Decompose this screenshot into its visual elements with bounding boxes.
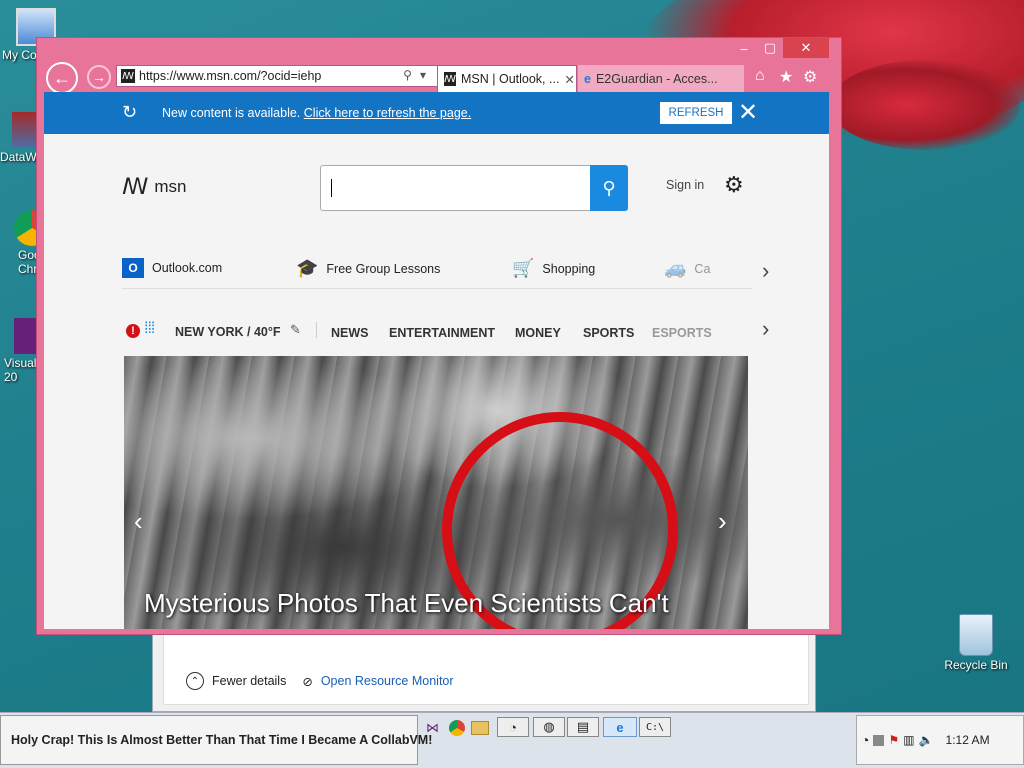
resource-monitor-icon: ⊘ xyxy=(302,674,313,689)
edit-pencil-icon[interactable]: ✎ xyxy=(290,322,301,338)
desktop-wallpaper-petal xyxy=(830,60,1020,150)
chevron-right-icon[interactable]: › xyxy=(762,258,769,284)
sign-in-link[interactable]: Sign in xyxy=(666,178,704,192)
chevron-left-icon[interactable]: ‹ xyxy=(134,506,143,537)
program-icon[interactable]: ◔ xyxy=(497,717,529,737)
taskbar-title-text: Holy Crap! This Is Almost Better Than Th… xyxy=(11,733,433,747)
alert-icon[interactable]: ! xyxy=(126,324,140,338)
quick-link-lessons[interactable]: 🎓 Free Group Lessons xyxy=(296,258,440,279)
msn-favicon: ꟿ xyxy=(121,69,135,83)
power-icon[interactable]: ◔ xyxy=(861,732,869,748)
task-manager-footer: ⌃ Fewer details ⊘ Open Resource Monitor xyxy=(186,672,454,690)
nav-esports[interactable]: ESPORTS xyxy=(652,326,712,340)
system-tray: ◔ ⚑ ▥ 🔈 1:12 AM xyxy=(856,715,1024,765)
msn-logo[interactable]: ꟿ msn xyxy=(122,174,187,200)
tab-title: MSN | Outlook, ... xyxy=(461,72,560,86)
refresh-icon: ↻ xyxy=(122,102,138,122)
search-icon: ⚲ xyxy=(602,177,616,198)
msn-favicon: ꟿ xyxy=(444,72,456,86)
search-button[interactable]: ⚲ xyxy=(590,165,628,211)
network-status-icon[interactable]: ▥ xyxy=(903,733,914,747)
text-caret xyxy=(331,179,332,197)
clock[interactable]: 1:12 AM xyxy=(946,733,990,747)
quick-link-outlook[interactable]: O Outlook.com xyxy=(122,258,222,278)
banner-text: New content is available. xyxy=(162,106,301,120)
open-resource-monitor-link[interactable]: Open Resource Monitor xyxy=(321,674,454,688)
nav-news[interactable]: NEWS xyxy=(331,326,369,340)
refresh-button[interactable]: REFRESH xyxy=(660,102,732,124)
stop-icon[interactable] xyxy=(873,734,885,746)
command-prompt-icon[interactable]: C:\ xyxy=(639,717,671,737)
refresh-link[interactable]: Click here to refresh the page. xyxy=(304,106,471,120)
quick-link-label: Free Group Lessons xyxy=(326,261,441,276)
divider xyxy=(316,322,317,338)
visual-studio-icon[interactable]: ⋈ xyxy=(426,717,439,739)
quick-link-shopping[interactable]: 🛒 Shopping xyxy=(512,258,595,279)
quick-link-label: Shopping xyxy=(542,261,596,276)
address-bar[interactable]: ꟿ https://www.msn.com/?ocid=iehp ⚲ ▾ 🔒 ↻ xyxy=(116,65,472,87)
fewer-details-button[interactable]: Fewer details xyxy=(212,674,286,688)
favorites-star-icon[interactable]: ★ xyxy=(779,67,793,87)
chrome-icon[interactable] xyxy=(449,720,465,736)
rain-icon: ⁞⁞⁞ xyxy=(144,320,155,337)
maximize-button[interactable]: ▢ xyxy=(757,38,783,58)
outlook-icon: O xyxy=(122,258,144,278)
home-icon[interactable]: ⌂ xyxy=(755,67,765,85)
search-input[interactable] xyxy=(320,165,628,211)
taskbar: Holy Crap! This Is Almost Better Than Th… xyxy=(0,712,1024,768)
divider xyxy=(122,288,752,289)
tab-title: E2Guardian - Acces... xyxy=(595,71,718,86)
quick-link-label: Ca xyxy=(694,261,711,276)
forward-button[interactable]: → xyxy=(87,65,111,89)
address-url: https://www.msn.com/?ocid=iehp xyxy=(139,69,322,83)
taskbar-title-button[interactable]: Holy Crap! This Is Almost Better Than Th… xyxy=(0,715,432,765)
banner-message: New content is available. Click here to … xyxy=(162,106,471,120)
flag-icon[interactable]: ⚑ xyxy=(888,733,899,747)
shopping-cart-icon: 🛒 xyxy=(512,258,535,278)
search-icon[interactable]: ⚲ xyxy=(403,68,412,82)
nav-sports[interactable]: SPORTS xyxy=(583,326,634,340)
page-content: ↻ New content is available. Click here t… xyxy=(44,92,829,629)
hero-caption[interactable]: Mysterious Photos That Even Scientists C… xyxy=(144,588,669,619)
close-tab-icon[interactable]: ✕ xyxy=(564,72,574,87)
chevron-right-icon[interactable]: › xyxy=(718,506,727,537)
folder-icon[interactable] xyxy=(471,721,489,735)
hero-carousel[interactable]: ‹ › Mysterious Photos That Even Scientis… xyxy=(124,356,748,629)
weather-location[interactable]: NEW YORK / 40°F xyxy=(175,325,280,339)
ie-icon: e xyxy=(584,71,591,86)
logo-text: msn xyxy=(154,177,187,196)
ie-browser-window: – ▢ ✕ ← → ꟿ https://www.msn.com/?ocid=ie… xyxy=(36,37,842,635)
desktop-icon-recycle-bin[interactable]: Recycle Bin xyxy=(940,614,1012,672)
butterfly-icon: ꟿ xyxy=(122,174,149,199)
desktop-icon-dataw[interactable]: DataW xyxy=(0,112,42,164)
desktop-icon-chrome[interactable]: Goo Chr xyxy=(0,210,50,276)
car-icon: 🚙 xyxy=(664,258,687,278)
network-icon[interactable]: ▤ xyxy=(567,717,599,737)
quick-link-cars[interactable]: 🚙 Ca xyxy=(664,258,710,279)
graduation-cap-icon: 🎓 xyxy=(296,258,319,278)
nav-entertainment[interactable]: ENTERTAINMENT xyxy=(389,326,495,340)
close-window-button[interactable]: ✕ xyxy=(783,38,829,58)
quick-link-label: Outlook.com xyxy=(152,261,223,275)
back-button[interactable]: ← xyxy=(46,62,78,94)
recycle-bin-icon xyxy=(959,614,993,656)
tab-e2guardian[interactable]: e E2Guardian - Acces... xyxy=(578,65,744,92)
tab-msn[interactable]: ꟿ MSN | Outlook, ... ✕ xyxy=(437,65,577,92)
chevron-up-icon[interactable]: ⌃ xyxy=(186,672,204,690)
dropdown-icon[interactable]: ▾ xyxy=(420,68,426,82)
refresh-banner: ↻ New content is available. Click here t… xyxy=(44,92,829,134)
chevron-right-icon[interactable]: › xyxy=(762,316,769,342)
settings-gear-icon[interactable]: ⚙ xyxy=(803,67,817,87)
ie-icon[interactable]: e xyxy=(603,717,637,737)
desktop-icon-visual-studio[interactable]: Visual 20 xyxy=(0,318,44,384)
globe-icon[interactable]: ◍ xyxy=(533,717,565,737)
volume-icon[interactable]: 🔈 xyxy=(919,733,934,747)
settings-gear-icon[interactable]: ⚙ xyxy=(724,172,744,198)
nav-money[interactable]: MONEY xyxy=(515,326,561,340)
close-banner-icon[interactable]: ✕ xyxy=(738,98,758,127)
minimize-button[interactable]: – xyxy=(731,38,757,58)
